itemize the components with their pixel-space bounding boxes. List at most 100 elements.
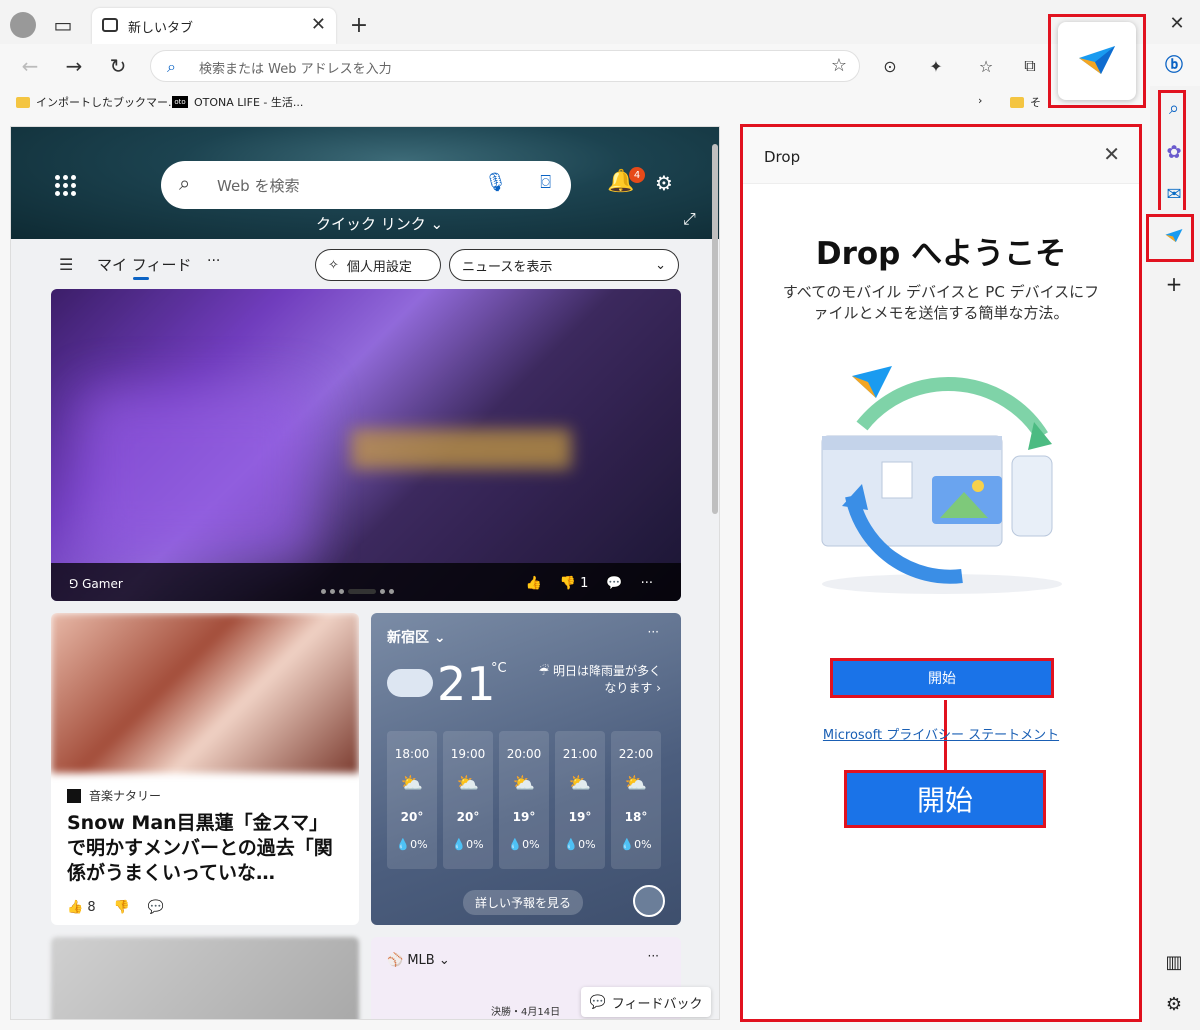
back-button[interactable]: ←	[16, 52, 44, 80]
comment-icon[interactable]: 💬	[606, 576, 622, 591]
pager-dot[interactable]	[380, 589, 385, 594]
more-icon[interactable]: ···	[648, 949, 659, 963]
menu-icon[interactable]: ☰	[59, 255, 73, 274]
address-bar[interactable]: ⌕ 検索または Web アドレスを入力 ☆	[150, 50, 860, 82]
reaction-count: 1	[580, 576, 589, 591]
weather-location[interactable]: 新宿区 ⌄	[387, 627, 446, 647]
extensions-puzzle-icon[interactable]: ✦	[922, 52, 950, 80]
new-tab-button[interactable]: +	[346, 12, 372, 38]
folder-icon	[1010, 96, 1024, 108]
current-temperature: 21	[437, 657, 496, 711]
news-card[interactable]: 音楽ナタリー Snow Man目黒蓮「金スマ」で明かすメンバーとの過去「関係がう…	[51, 613, 359, 925]
hour-temp: 18°	[624, 810, 648, 824]
favorite-other[interactable]: そ	[1010, 94, 1041, 110]
search-icon: ⌕	[167, 57, 176, 76]
more-options-icon[interactable]: ···	[207, 253, 220, 269]
scrollbar-thumb[interactable]	[712, 144, 718, 514]
settings-gear-icon[interactable]: ⚙	[655, 171, 673, 195]
hour-temp: 20°	[400, 810, 424, 824]
address-placeholder: 検索または Web アドレスを入力	[199, 62, 392, 77]
detailed-forecast-button[interactable]: 詳しい予報を見る	[463, 890, 584, 915]
news-image	[51, 613, 359, 773]
extension-icon[interactable]: ⊙	[876, 52, 904, 80]
microphone-icon[interactable]: 🎙	[484, 172, 507, 193]
more-icon[interactable]: ···	[641, 576, 653, 591]
hour-time: 18:00	[394, 747, 430, 761]
folder-icon	[16, 96, 30, 108]
hour-item: 19:00 ⛅ 20° 💧0%	[443, 731, 493, 869]
sidebar-settings-icon[interactable]: ⚙	[1160, 990, 1188, 1018]
quick-links-label: クイック リンク	[316, 215, 426, 233]
news-headline[interactable]: Snow Man目黒蓮「金スマ」で明かすメンバーとの過去「関係がうまくいっていな…	[67, 811, 347, 886]
tab-close-icon[interactable]: ✕	[311, 14, 326, 35]
weather-avatar[interactable]	[633, 885, 665, 917]
drop-paper-plane-icon	[1079, 46, 1115, 74]
mlb-label: MLB	[407, 953, 435, 968]
quick-links-toggle[interactable]: クイック リンク ⌄	[316, 213, 443, 234]
favorite-otona-life[interactable]: oto OTONA LIFE - 生活...	[172, 94, 303, 110]
more-icon[interactable]: ···	[648, 625, 659, 639]
hour-time: 21:00	[562, 747, 598, 761]
dislike-icon[interactable]: 👎	[114, 900, 130, 915]
favorites-icon[interactable]: ☆	[972, 52, 1000, 80]
pager-dot-active[interactable]	[348, 589, 376, 594]
source-label: 音楽ナタリー	[89, 789, 162, 803]
expand-icon[interactable]: ⤢	[683, 209, 696, 229]
news-card-blurred[interactable]	[51, 937, 359, 1019]
show-news-dropdown[interactable]: ニュースを表示 ⌄	[449, 249, 679, 281]
favorites-overflow-chevron-icon[interactable]: ›	[978, 94, 982, 107]
news-actions: 👍 8 👎 💬	[67, 900, 164, 915]
sidebar-apps-highlight	[1158, 90, 1186, 210]
hour-item: 18:00 ⛅ 20° 💧0%	[387, 731, 437, 869]
feedback-button[interactable]: 💬 フィードバック	[581, 987, 711, 1017]
hide-sidebar-icon[interactable]: ▥	[1160, 948, 1188, 976]
bing-chat-icon[interactable]: ⓑ	[1160, 50, 1188, 78]
like-icon[interactable]: 👍	[526, 576, 542, 591]
carousel-pager	[321, 589, 394, 594]
source-label: Gamer	[82, 577, 123, 591]
web-search-box[interactable]: ⌕ Web を検索 🎙 ⌼	[161, 161, 571, 209]
comment-icon[interactable]: 💬	[148, 900, 164, 915]
weather-card[interactable]: 新宿区 ⌄ ··· 21 °C ☔ 明日は降雨量が多くなります › 18:00 …	[371, 613, 681, 925]
visual-search-icon[interactable]: ⌼	[540, 172, 551, 193]
tab-my-feed[interactable]: マイ フィード	[97, 254, 191, 275]
pager-dot[interactable]	[389, 589, 394, 594]
dislike-icon[interactable]: 👎 1	[560, 576, 589, 591]
precip-value: 0%	[634, 838, 652, 851]
collections-icon[interactable]: ⧉	[1016, 52, 1044, 80]
forecast-summary[interactable]: ☔ 明日は降雨量が多くなります ›	[531, 663, 661, 697]
like-icon[interactable]: 👍 8	[67, 900, 96, 915]
card-actions: 👍 👎 1 💬 ···	[526, 576, 653, 591]
game-status: 決勝・4月14日	[491, 1007, 561, 1018]
favorite-imported[interactable]: インポートしたブックマー...	[16, 94, 179, 110]
chevron-down-icon: ⌄	[655, 257, 666, 273]
partly-cloudy-night-icon: ⛅	[624, 773, 648, 794]
tab-new-tab[interactable]: 新しいタブ ✕	[92, 8, 336, 44]
apps-launcher-icon[interactable]	[55, 175, 76, 196]
add-icon[interactable]: +	[1160, 270, 1188, 298]
pager-dot[interactable]	[330, 589, 335, 594]
hour-temp: 19°	[512, 810, 536, 824]
favorites-bar: インポートしたブックマー... oto OTONA LIFE - 生活... ›…	[0, 90, 1148, 116]
pager-dot[interactable]	[339, 589, 344, 594]
pager-dot[interactable]	[321, 589, 326, 594]
notification-badge: 4	[629, 167, 645, 183]
favorite-label: インポートしたブックマー...	[36, 96, 179, 109]
featured-news-card[interactable]: ⅁ Gamer 👍 👎 1 💬 ···	[51, 289, 681, 601]
personalize-button[interactable]: ✧ 個人用設定	[315, 249, 441, 281]
window-close-icon[interactable]: ✕	[1164, 10, 1190, 36]
precip-value: 0%	[410, 838, 428, 851]
favorite-label: OTONA LIFE - 生活...	[194, 96, 304, 109]
drop-sidebar-highlight	[1146, 214, 1194, 262]
partly-cloudy-night-icon: ⛅	[568, 773, 592, 794]
profile-avatar[interactable]	[10, 12, 36, 38]
mlb-title[interactable]: ⚾ MLB ⌄	[387, 953, 450, 968]
personalize-label: 個人用設定	[346, 259, 412, 275]
refresh-button[interactable]: ↻	[104, 52, 132, 80]
tab-actions-icon[interactable]: ▭	[50, 12, 76, 38]
page-scrollbar[interactable]	[712, 134, 720, 1014]
add-favorite-icon[interactable]: ☆	[831, 55, 847, 76]
forward-button[interactable]: →	[60, 52, 88, 80]
drop-toolbar-button[interactable]	[1058, 22, 1136, 100]
news-source: 音楽ナタリー	[67, 787, 161, 804]
